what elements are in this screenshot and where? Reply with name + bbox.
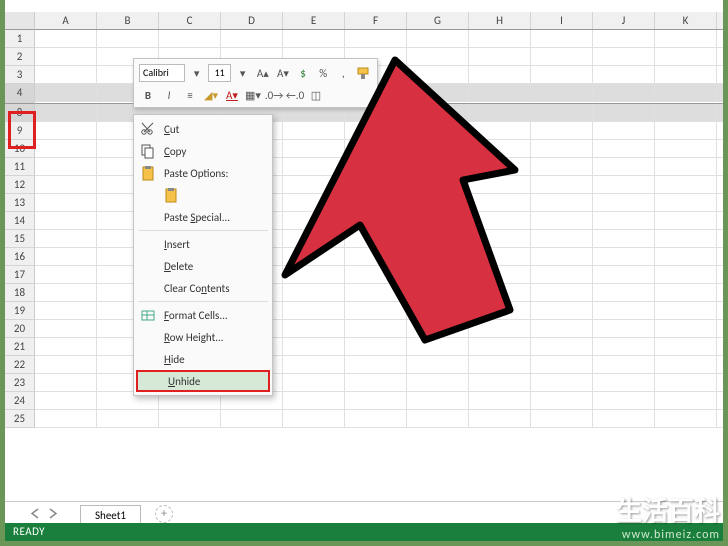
column-header[interactable]: I [531, 12, 593, 29]
watermark: 生活百科 www.bimeiz.com [616, 491, 720, 542]
column-header[interactable]: C [159, 12, 221, 29]
add-sheet-button[interactable]: + [155, 505, 173, 523]
menu-separator [138, 301, 268, 302]
increase-font-icon[interactable]: A▴ [254, 64, 271, 82]
align-icon[interactable]: ≡ [181, 86, 199, 104]
menu-label: Format Cells... [164, 309, 228, 322]
menu-label: Hide [164, 353, 185, 366]
tab-sheet1[interactable]: Sheet1 [80, 505, 141, 525]
fill-color-icon[interactable]: ◢▾ [202, 86, 220, 104]
font-size-selector[interactable]: 11 [208, 64, 231, 82]
menu-label: Clear Contents [164, 282, 230, 295]
status-text: READY [13, 525, 45, 538]
row-header[interactable]: 11 [5, 158, 35, 176]
menu-clear-contents[interactable]: Clear Contents [134, 277, 272, 299]
column-header[interactable]: A [35, 12, 97, 29]
row-header[interactable]: 20 [5, 320, 35, 338]
column-header[interactable]: K [655, 12, 717, 29]
font-color-icon[interactable]: A▾ [223, 86, 241, 104]
row-header[interactable]: 25 [5, 410, 35, 428]
column-header[interactable]: F [345, 12, 407, 29]
tab-next-icon[interactable] [47, 508, 58, 519]
highlight-rows-4-8 [8, 111, 36, 149]
borders-icon[interactable]: ▦▾ [244, 86, 262, 104]
increase-decimal-icon[interactable]: .0→ [265, 86, 283, 104]
column-header[interactable]: B [97, 12, 159, 29]
decrease-font-icon[interactable]: A▾ [274, 64, 291, 82]
row-header[interactable]: 23 [5, 374, 35, 392]
italic-button[interactable]: I [160, 86, 178, 104]
menu-copy[interactable]: Copy [134, 140, 272, 162]
clipboard-icon [140, 165, 156, 181]
row-header[interactable]: 2 [5, 48, 35, 66]
column-header[interactable]: G [407, 12, 469, 29]
row-headers: 12348910111213141516171819202122232425 [5, 30, 35, 428]
menu-format-cells[interactable]: Format Cells... [134, 304, 272, 326]
row-header[interactable]: 19 [5, 302, 35, 320]
menu-paste-special[interactable]: Paste Special... [134, 206, 272, 228]
merge-icon[interactable]: ◫ [307, 86, 325, 104]
menu-label: Paste Special... [164, 211, 230, 224]
copy-icon [140, 143, 156, 159]
context-menu: CCutut Copy Paste Options: Paste Special… [133, 114, 273, 396]
dropdown-icon[interactable]: ▾ [234, 64, 251, 82]
row-header[interactable]: 24 [5, 392, 35, 410]
row-header[interactable]: 16 [5, 248, 35, 266]
menu-label: Unhide [168, 375, 200, 388]
row-header[interactable]: 18 [5, 284, 35, 302]
menu-delete[interactable]: Delete [134, 255, 272, 277]
menu-row-height[interactable]: Row Height... [134, 326, 272, 348]
column-header[interactable]: J [593, 12, 655, 29]
comma-icon[interactable]: , [335, 64, 352, 82]
row-header[interactable]: 3 [5, 66, 35, 84]
menu-paste-default[interactable] [134, 184, 272, 206]
tab-prev-icon[interactable] [30, 508, 41, 519]
menu-separator [138, 230, 268, 231]
menu-cut[interactable]: CCutut [134, 118, 272, 140]
watermark-title: 生活百科 [616, 491, 720, 528]
menu-hide[interactable]: Hide [134, 348, 272, 370]
row[interactable] [35, 410, 723, 428]
column-header[interactable]: H [469, 12, 531, 29]
row-header[interactable]: 14 [5, 212, 35, 230]
menu-label: Insert [164, 238, 190, 251]
row-header[interactable]: 13 [5, 194, 35, 212]
format-cells-icon [140, 307, 156, 323]
decrease-decimal-icon[interactable]: ←.0 [286, 86, 304, 104]
select-all-corner[interactable] [5, 12, 35, 30]
excel-window: ABCDEFGHIJK 1234891011121314151617181920… [5, 0, 723, 541]
menu-unhide[interactable]: Unhide [136, 370, 270, 392]
row[interactable] [35, 30, 723, 48]
row-header[interactable]: 4 [5, 84, 35, 102]
font-name-selector[interactable]: Calibri [139, 64, 185, 82]
watermark-url: www.bimeiz.com [616, 528, 720, 542]
menu-insert[interactable]: Insert [134, 233, 272, 255]
row-header[interactable]: 22 [5, 356, 35, 374]
bold-button[interactable]: B [139, 86, 157, 104]
menu-label: CCutut [164, 123, 179, 136]
currency-icon[interactable]: $ [295, 64, 312, 82]
mini-toolbar[interactable]: Calibri ▾ 11 ▾ A▴ A▾ $ % , B I ≡ ◢▾ A▾ ▦… [133, 58, 378, 108]
row-header[interactable]: 15 [5, 230, 35, 248]
scissors-icon [140, 121, 156, 137]
row-header[interactable]: 21 [5, 338, 35, 356]
menu-label: Copy [164, 145, 186, 158]
clipboard-paste-icon [164, 187, 180, 203]
menu-label: Paste Options: [164, 167, 228, 180]
row-header[interactable]: 12 [5, 176, 35, 194]
column-headers: ABCDEFGHIJK [35, 12, 723, 30]
column-header[interactable]: D [221, 12, 283, 29]
dropdown-icon[interactable]: ▾ [188, 64, 205, 82]
menu-label: Row Height... [164, 331, 224, 344]
percent-icon[interactable]: % [315, 64, 332, 82]
row-header[interactable]: 1 [5, 30, 35, 48]
menu-paste-options[interactable]: Paste Options: [134, 162, 272, 184]
menu-label: Delete [164, 260, 193, 273]
format-painter-icon[interactable] [355, 64, 372, 82]
row-header[interactable]: 17 [5, 266, 35, 284]
column-header[interactable]: E [283, 12, 345, 29]
